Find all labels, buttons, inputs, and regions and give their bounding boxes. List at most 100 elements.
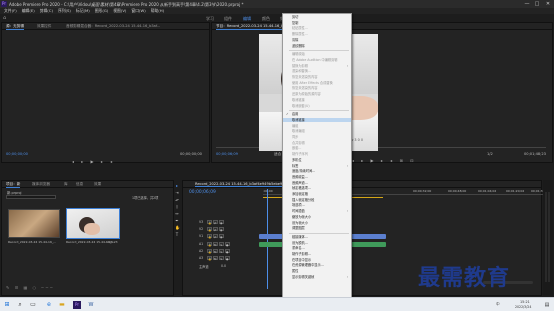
- resolution-dropdown[interactable]: 1/2: [487, 152, 493, 156]
- lock-icon[interactable]: 🔒: [207, 241, 212, 246]
- context-menu-item[interactable]: 显示剪辑关键帧 ›: [283, 275, 351, 279]
- context-menu-item[interactable]: 音频增益...: [283, 175, 351, 179]
- mute-icon[interactable]: M: [213, 241, 218, 246]
- context-menu-item[interactable]: 速度/持续时间...: [283, 169, 351, 173]
- task-view-icon[interactable]: ▭: [29, 301, 37, 309]
- tab-media-browser[interactable]: 媒体浏览器: [32, 182, 50, 187]
- context-menu-item[interactable]: 场选项...: [283, 203, 351, 207]
- mic-icon[interactable]: ●: [225, 255, 230, 260]
- type-tool-icon[interactable]: T: [175, 233, 179, 237]
- context-menu-item[interactable]: 帧定格选项...: [283, 186, 351, 190]
- tab-info[interactable]: 信息: [76, 182, 83, 187]
- context-menu-item[interactable]: 时间插值 ›: [283, 209, 351, 213]
- clip-thumbnail[interactable]: [8, 209, 60, 238]
- timeline-timecode[interactable]: 00;00;06;09: [189, 190, 216, 195]
- workspace-learn[interactable]: 学习: [206, 16, 214, 22]
- submenu-arrow-icon: ›: [346, 63, 348, 68]
- context-menu-item[interactable]: 插入帧定格分段: [283, 198, 351, 202]
- source-timecode[interactable]: 00;00;00;00: [6, 152, 28, 156]
- pen-tool-icon[interactable]: ✒: [175, 219, 179, 223]
- project-bottom-toolbar[interactable]: ✎ ☰ ▦ ○ ───: [6, 285, 86, 290]
- start-icon[interactable]: ⊞: [3, 301, 11, 309]
- lock-icon[interactable]: 🔒: [207, 255, 212, 260]
- eye-icon[interactable]: ◉: [219, 226, 224, 231]
- workspace-color[interactable]: 颜色: [262, 16, 270, 22]
- context-menu-item[interactable]: 添加帧定格: [283, 192, 351, 196]
- ripple-edit-tool-icon[interactable]: ⟛: [175, 198, 179, 202]
- tab-effect-controls[interactable]: 效果控件: [37, 24, 51, 29]
- clock-date[interactable]: 2022/3/24: [515, 305, 531, 309]
- source-transport-controls[interactable]: ◂ ▸ ▶ ▸ ◂: [72, 159, 132, 164]
- context-menu-item[interactable]: 重命名...: [283, 246, 351, 250]
- lock-icon[interactable]: 🔒: [207, 233, 212, 238]
- track-header-v3: V3 🔒 ⇄ ◉: [199, 219, 224, 225]
- fit-dropdown[interactable]: 适合: [274, 152, 281, 157]
- tab-sequence[interactable]: Record_2022-03-24 15-44-16_b3af4e949b5eb…: [195, 182, 293, 187]
- mic-icon[interactable]: ●: [225, 241, 230, 246]
- context-menu-item[interactable]: 链接媒体...: [283, 235, 351, 239]
- premiere-taskbar-icon[interactable]: Pr: [73, 301, 81, 309]
- solo-icon[interactable]: S: [219, 248, 224, 253]
- clip-thumbnail-selected[interactable]: [66, 208, 120, 239]
- sync-icon[interactable]: ⇄: [213, 233, 218, 238]
- input-language[interactable]: 中: [496, 302, 500, 307]
- clock-time[interactable]: 15:21: [520, 300, 530, 304]
- eye-icon[interactable]: ◉: [219, 233, 224, 238]
- context-menu-item: 恢复未渲染的内容: [283, 75, 351, 79]
- context-menu-item[interactable]: 调整图层: [283, 226, 351, 230]
- lock-icon[interactable]: 🔒: [207, 248, 212, 253]
- razor-tool-icon[interactable]: ◊: [175, 205, 179, 209]
- selection-tool-icon[interactable]: ▸: [175, 184, 179, 188]
- context-menu-item[interactable]: 多机位: [283, 158, 351, 162]
- program-timecode[interactable]: 00;00;06;09: [216, 152, 238, 156]
- workspace-assembly[interactable]: 组件: [224, 16, 232, 22]
- context-menu-item[interactable]: 音频声道...: [283, 181, 351, 185]
- sync-icon[interactable]: ⇄: [213, 219, 218, 224]
- context-menu-item[interactable]: 清除: [283, 38, 351, 42]
- menu-item-label: 还原为原始的源内容: [292, 92, 321, 97]
- file-explorer-icon[interactable]: ▬: [58, 301, 66, 309]
- sync-icon[interactable]: ⇄: [213, 226, 218, 231]
- track-select-tool-icon[interactable]: ⇥: [175, 191, 179, 195]
- close-button[interactable]: ✕: [543, 0, 553, 8]
- context-menu-item[interactable]: 设为帧大小: [283, 221, 351, 225]
- project-search-input[interactable]: [6, 195, 56, 199]
- context-menu-item[interactable]: 复制: [283, 21, 351, 25]
- lock-icon[interactable]: 🔒: [207, 226, 212, 231]
- context-menu-item[interactable]: 取消链接: [283, 117, 351, 123]
- tab-effects[interactable]: 效果: [94, 182, 101, 187]
- context-menu-item[interactable]: 制作子剪辑...: [283, 252, 351, 256]
- context-menu-item[interactable]: 剪切: [283, 15, 351, 19]
- context-menu-item[interactable]: 在资源管理器中显示...: [283, 263, 351, 267]
- hand-tool-icon[interactable]: ✋: [175, 226, 180, 230]
- notification-icon[interactable]: ▤: [543, 301, 551, 309]
- eye-icon[interactable]: ◉: [219, 219, 224, 224]
- context-menu-item[interactable]: 在项目中显示: [283, 258, 351, 262]
- mic-icon[interactable]: ●: [225, 248, 230, 253]
- context-menu-item[interactable]: 波纹删除: [283, 44, 351, 48]
- minimize-button[interactable]: —: [522, 0, 532, 8]
- context-menu-item[interactable]: 标签 ›: [283, 164, 351, 168]
- tab-source[interactable]: 源：无剪辑: [6, 24, 24, 30]
- slip-tool-icon[interactable]: ↔: [175, 212, 179, 216]
- word-icon[interactable]: W: [87, 301, 95, 309]
- lock-icon[interactable]: 🔒: [207, 219, 212, 224]
- home-icon[interactable]: ⌂: [3, 15, 6, 21]
- playhead[interactable]: [267, 189, 268, 289]
- program-transport-controls[interactable]: ◂ ▸ ▶ ▸ ◂ ⊞ ⊡: [352, 158, 442, 163]
- solo-icon[interactable]: S: [219, 241, 224, 246]
- edge-icon[interactable]: e: [45, 301, 53, 309]
- mute-icon[interactable]: M: [213, 248, 218, 253]
- context-menu-item[interactable]: 属性: [283, 269, 351, 273]
- workspace-editing[interactable]: 编辑: [243, 16, 251, 22]
- mute-icon[interactable]: M: [213, 255, 218, 260]
- tab-audio-clip-mixer[interactable]: 音频剪辑混合器：Record_2022-03-24 15-44-16_b3af.…: [66, 24, 160, 29]
- context-menu-item[interactable]: 启用 ✓: [283, 112, 351, 116]
- search-icon[interactable]: ⌕: [16, 301, 24, 309]
- tab-libraries[interactable]: 库: [64, 182, 68, 187]
- solo-icon[interactable]: S: [219, 255, 224, 260]
- context-menu-item[interactable]: 缩放为帧大小: [283, 215, 351, 219]
- maximize-button[interactable]: □: [532, 0, 542, 8]
- context-menu-item[interactable]: 设为脱机...: [283, 241, 351, 245]
- tab-project[interactable]: 项目：新: [6, 182, 21, 188]
